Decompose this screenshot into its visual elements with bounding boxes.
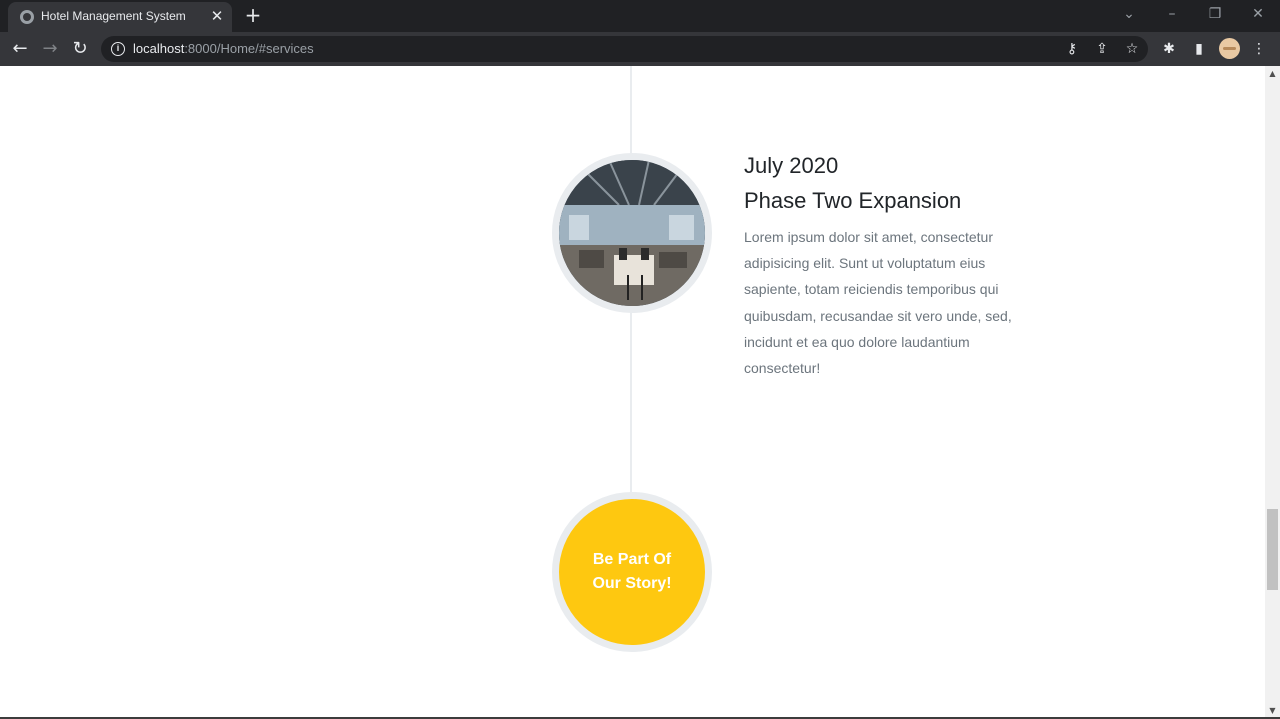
browser-toolbar: ← → ↻ i localhost:8000/Home/#services ⚷ … (0, 32, 1280, 66)
minimize-icon[interactable]: – (1158, 4, 1186, 24)
menu-kebab-icon[interactable]: ⋮ (1249, 39, 1269, 59)
scroll-down-arrow-icon[interactable]: ▼ (1265, 705, 1280, 717)
scroll-up-arrow-icon[interactable]: ▲ (1265, 68, 1280, 80)
back-icon[interactable]: ← (8, 37, 32, 61)
page-content: July 2020 Phase Two Expansion Lorem ipsu… (0, 66, 1265, 719)
timeline-image-office (552, 153, 712, 313)
timeline-description: Lorem ipsum dolor sit amet, consectetur … (744, 229, 1012, 377)
be-part-of-story-badge: Be Part Of Our Story! (552, 492, 712, 652)
globe-icon (20, 10, 34, 24)
reload-icon[interactable]: ↻ (68, 37, 92, 61)
tab-title: Hotel Management System (41, 9, 186, 23)
forward-icon[interactable]: → (38, 37, 62, 61)
share-icon[interactable]: ⇪ (1093, 40, 1111, 58)
url-host: localhost (133, 41, 185, 56)
url-path: :8000/Home/#services (184, 41, 314, 56)
tab-search-icon[interactable]: ⌄ (1115, 4, 1143, 24)
timeline-date: July 2020 (744, 153, 839, 178)
close-tab-icon[interactable]: ✕ (208, 7, 226, 25)
address-bar[interactable]: i localhost:8000/Home/#services ⚷ ⇪ ☆ (101, 36, 1148, 62)
cta-text: Be Part Of Our Story! (592, 550, 672, 593)
new-tab-icon[interactable]: + (243, 5, 263, 25)
bookmark-star-icon[interactable]: ☆ (1123, 40, 1141, 58)
page-scrollbar[interactable]: ▲ ▼ (1265, 66, 1280, 719)
profile-avatar[interactable] (1219, 38, 1240, 59)
extensions-icon[interactable]: ✱ (1159, 39, 1179, 59)
office-photo (559, 160, 705, 306)
site-info-icon[interactable]: i (111, 42, 125, 56)
key-icon[interactable]: ⚷ (1063, 40, 1081, 58)
restore-icon[interactable]: ❐ (1201, 4, 1229, 24)
url-text[interactable]: localhost:8000/Home/#services (133, 41, 314, 56)
scroll-thumb[interactable] (1267, 509, 1278, 590)
browser-tab[interactable]: Hotel Management System ✕ (8, 2, 232, 32)
close-window-icon[interactable]: ✕ (1244, 4, 1272, 24)
timeline-heading: Phase Two Expansion (744, 188, 962, 213)
tab-strip: Hotel Management System ✕ + ⌄ – ❐ ✕ (0, 0, 1280, 32)
side-panel-icon[interactable]: ▮ (1189, 39, 1209, 59)
